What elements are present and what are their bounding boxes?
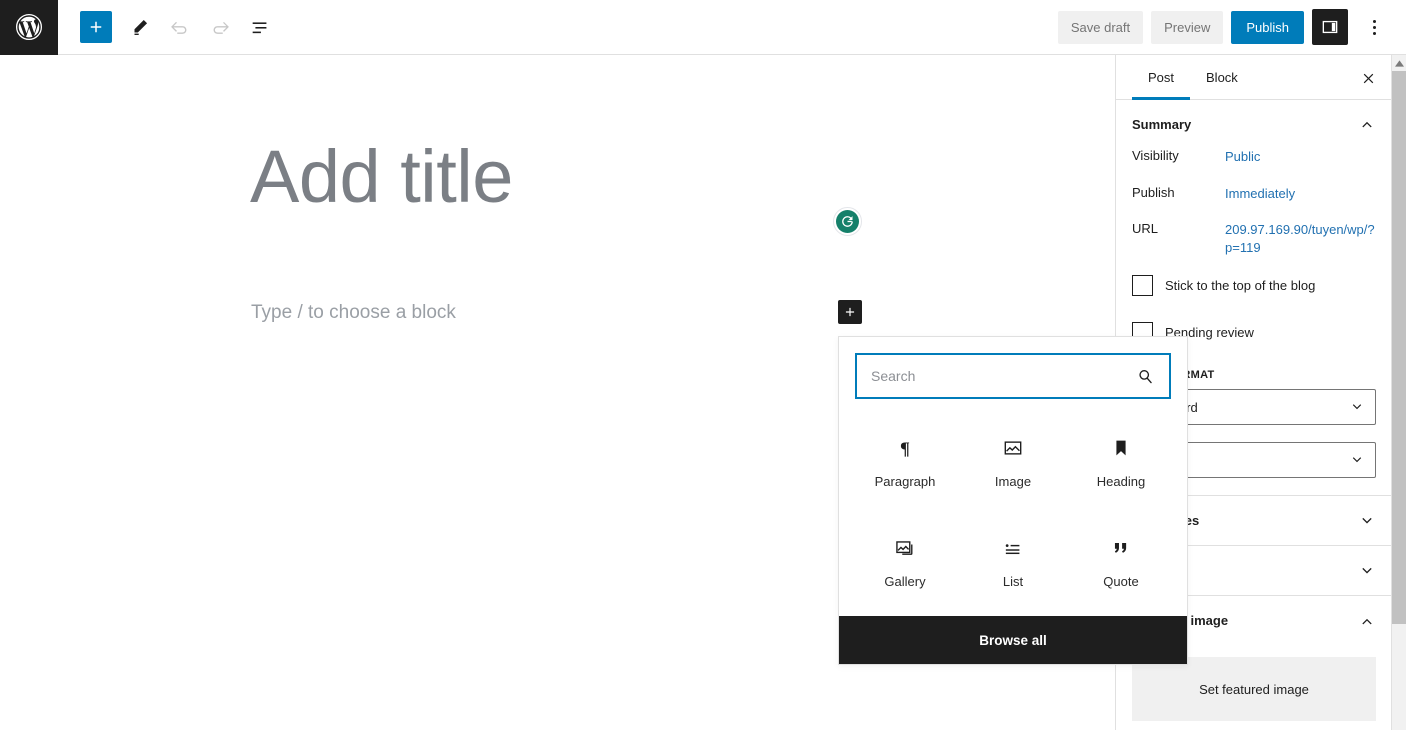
inserter-search-field[interactable] (855, 353, 1171, 399)
summary-row-visibility: Visibility Public (1116, 148, 1392, 166)
header-actions: Save draft Preview Publish (1057, 9, 1406, 45)
chevron-up-icon (1362, 121, 1372, 128)
block-item-label: Heading (1096, 474, 1146, 490)
block-item-list[interactable]: List (959, 513, 1067, 613)
tab-post[interactable]: Post (1132, 55, 1191, 100)
chevron-down-icon (1362, 567, 1372, 574)
url-value[interactable]: 209.97.169.90/tuyen/wp/?p=119 (1225, 221, 1375, 256)
chevron-up-icon (1362, 618, 1372, 625)
close-sidebar-button[interactable] (1352, 62, 1384, 94)
heading-bookmark-icon (1110, 436, 1132, 460)
summary-row-publish: Publish Immediately (1116, 185, 1392, 203)
preview-button[interactable]: Preview (1151, 10, 1224, 44)
toggle-block-inserter-button[interactable] (80, 11, 112, 43)
page-scrollbar[interactable] (1391, 55, 1406, 730)
wordpress-logo-icon[interactable] (0, 0, 58, 55)
redo-arrow-icon (213, 22, 229, 34)
sticky-post-label: Stick to the top of the blog (1165, 278, 1316, 294)
wordpress-block-editor: Save draft Preview Publish Add title Typ… (0, 0, 1406, 730)
checkbox-box (1132, 275, 1153, 297)
inline-block-inserter-button[interactable] (838, 300, 862, 324)
pencil-icon (134, 19, 148, 35)
undo-button[interactable] (162, 9, 198, 45)
sidebar-tabs: Post Block (1116, 55, 1392, 100)
visibility-label: Visibility (1132, 148, 1179, 163)
sticky-post-checkbox[interactable]: Stick to the top of the blog (1116, 275, 1392, 297)
three-dots-vertical-icon (1372, 19, 1376, 35)
inserter-blocks-grid: ¶ Paragraph Image Heading Gallery List Q… (839, 399, 1187, 616)
summary-section-header[interactable]: Summary (1116, 100, 1392, 148)
block-item-heading[interactable]: Heading (1067, 413, 1175, 513)
settings-sidebar-toggle-button[interactable] (1312, 9, 1348, 45)
block-inserter-popover: ¶ Paragraph Image (838, 336, 1188, 665)
quotation-marks-icon (1109, 536, 1133, 560)
close-x-icon (1363, 73, 1373, 83)
save-draft-button[interactable]: Save draft (1057, 10, 1144, 44)
block-item-quote[interactable]: Quote (1067, 513, 1175, 613)
post-title-input[interactable]: Add title (250, 140, 513, 214)
plus-icon (90, 21, 102, 33)
tools-mode-button[interactable] (122, 9, 158, 45)
editor-header: Save draft Preview Publish (0, 0, 1406, 55)
publish-value[interactable]: Immediately (1225, 185, 1295, 203)
svg-text:¶: ¶ (900, 439, 910, 459)
scrollbar-track[interactable] (1392, 624, 1406, 730)
paragraph-pilcrow-icon: ¶ (894, 436, 916, 460)
block-item-gallery[interactable]: Gallery (851, 513, 959, 613)
list-view-button[interactable] (242, 9, 278, 45)
sidebar-panel-icon (1322, 20, 1338, 34)
grammarly-badge-icon[interactable] (833, 207, 862, 236)
visibility-value[interactable]: Public (1225, 148, 1260, 166)
summary-title: Summary (1132, 116, 1192, 132)
inserter-search-wrap (839, 337, 1187, 399)
block-item-label: Quote (1103, 573, 1139, 589)
block-item-label: Gallery (884, 573, 926, 589)
publish-button[interactable]: Publish (1231, 10, 1304, 44)
summary-row-url: URL 209.97.169.90/tuyen/wp/?p=119 (1116, 221, 1392, 256)
chevron-down-icon (1362, 517, 1372, 524)
list-view-icon (252, 22, 267, 34)
header-tools (58, 9, 278, 45)
scroll-up-arrow-icon[interactable] (1392, 55, 1406, 71)
chevron-down-icon (1352, 404, 1362, 410)
magnifier-icon[interactable] (1136, 367, 1169, 386)
undo-arrow-icon (171, 21, 187, 34)
bullet-list-icon (1002, 536, 1024, 560)
browse-all-button[interactable]: Browse all (839, 616, 1187, 664)
block-item-image[interactable]: Image (959, 413, 1067, 513)
url-label: URL (1132, 221, 1159, 237)
scrollbar-thumb[interactable] (1392, 71, 1406, 624)
block-item-label: Image (994, 474, 1032, 490)
search-input[interactable] (857, 355, 1136, 397)
tab-block[interactable]: Block (1190, 55, 1254, 100)
set-featured-image-button[interactable]: Set featured image (1132, 657, 1376, 722)
publish-label: Publish (1132, 184, 1175, 200)
gallery-icon (894, 536, 916, 560)
grammarly-g-circle (836, 210, 859, 233)
block-placeholder-input[interactable]: Type / to choose a block (251, 302, 456, 324)
more-options-button[interactable] (1356, 9, 1392, 45)
block-item-label: Paragraph (874, 474, 936, 490)
redo-button[interactable] (202, 9, 238, 45)
block-item-label: List (1002, 573, 1024, 589)
plus-icon (845, 307, 855, 317)
block-item-paragraph[interactable]: ¶ Paragraph (851, 413, 959, 513)
chevron-down-icon (1352, 457, 1362, 463)
image-icon (1002, 436, 1024, 460)
